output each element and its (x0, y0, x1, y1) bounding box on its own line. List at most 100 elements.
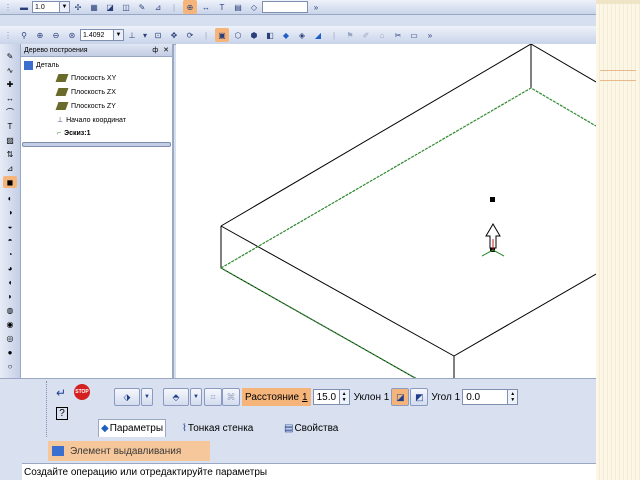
tree-item-plane-zy[interactable]: Плоскость ZY (55, 102, 116, 110)
help-icon[interactable]: ? (56, 407, 68, 420)
line-scale-dropdown-icon[interactable]: ▼ (60, 1, 70, 13)
slide-decoration-line (600, 80, 636, 81)
halftone-icon[interactable]: ◧ (263, 28, 277, 42)
tree-item-sketch[interactable]: ⌐ Эскиз:1 (57, 130, 90, 137)
hidden-thin-icon[interactable]: ⬢ (247, 28, 261, 42)
rotate-tool-icon[interactable]: ◑ (3, 206, 17, 218)
slide-decoration-line (600, 70, 636, 71)
orientation-icon[interactable]: ⊥ (125, 28, 139, 42)
fragment-icon[interactable]: ◪ (103, 0, 117, 14)
filter-icon[interactable]: ⚑ (343, 28, 357, 42)
pin-icon[interactable]: ф (152, 47, 158, 54)
arc-icon[interactable]: ⌒ (3, 106, 17, 118)
dimension-icon[interactable]: ↔ (199, 0, 213, 14)
tree-item-part[interactable]: Деталь (24, 61, 59, 70)
editing-ops-icon[interactable]: ◼ (3, 176, 17, 188)
chamfer-icon[interactable]: ◗ (3, 290, 17, 302)
parameters-icon: ◆ (101, 423, 109, 434)
extrude-tool-icon[interactable]: ◐ (3, 192, 17, 204)
geometry-icon[interactable]: ✎ (3, 50, 17, 62)
hole-icon[interactable]: ◍ (3, 304, 17, 316)
shaded-edges-icon[interactable]: ◈ (295, 28, 309, 42)
selection-point-top[interactable] (490, 197, 495, 202)
cut-rotate-icon[interactable]: ◕ (3, 262, 17, 274)
measure-icon[interactable]: ⊿ (151, 0, 165, 14)
orientation-dropdown-icon[interactable]: ▾ (141, 28, 149, 42)
sketch-mode-icon[interactable]: ✐ (359, 28, 373, 42)
align-icon[interactable]: ⇅ (3, 148, 17, 160)
tree-item-plane-xy[interactable]: Плоскость XY (55, 74, 116, 82)
perspective-icon[interactable]: ◢ (311, 28, 325, 42)
toolbar-overflow-icon[interactable]: » (309, 0, 323, 14)
zoom-scale-icon[interactable]: ⊛ (65, 28, 79, 42)
tree-panel-header: Дерево построения ф ✕ (21, 44, 172, 57)
slope-direction-button[interactable]: ◩ (410, 388, 429, 406)
direction-dropdown-icon[interactable]: ▼ (141, 388, 153, 406)
distance-spinner[interactable]: ▲ ▼ (339, 389, 350, 405)
angle-spinner[interactable]: ▲ ▼ (508, 389, 519, 405)
edit-icon[interactable]: ✎ (135, 0, 149, 14)
close-icon[interactable]: ✕ (163, 46, 169, 54)
vertex-button[interactable]: ⌗ (204, 388, 222, 406)
zoom-combo[interactable]: 1.4092 (80, 29, 114, 41)
model-viewport[interactable] (176, 43, 596, 401)
tree-scroll-track[interactable] (22, 142, 171, 147)
tree-item-plane-zx[interactable]: Плоскость ZX (55, 88, 116, 96)
zoom-dropdown-icon[interactable]: ▼ (114, 29, 124, 41)
point-icon[interactable]: ✚ (3, 78, 17, 90)
array-icon[interactable]: ● (3, 346, 17, 358)
panel-caption-tab[interactable]: Элемент выдавливания (48, 441, 210, 461)
tab-properties[interactable]: ▤ Свойства (282, 419, 340, 437)
shaded-icon[interactable]: ◆ (279, 28, 293, 42)
symbol-icon[interactable]: ◇ (247, 0, 261, 14)
show-all-icon[interactable]: ⊡ (151, 28, 165, 42)
display-icon[interactable]: ▭ (407, 28, 421, 42)
slope-toggle-button[interactable]: ◪ (391, 388, 410, 406)
grid-icon[interactable]: ▦ (87, 0, 101, 14)
dimensions-icon[interactable]: ↔ (3, 92, 17, 104)
stop-button[interactable]: STOP (74, 384, 90, 400)
pan-icon[interactable]: ✥ (167, 28, 181, 42)
cut-extrude-icon[interactable]: ◔ (3, 248, 17, 260)
sketch-contour-front (220, 267, 455, 401)
operation-icon[interactable]: ⌂ (375, 28, 389, 42)
cut-icon[interactable]: ✂ (391, 28, 405, 42)
tab-thin-wall[interactable]: ⌇ Тонкая стенка (180, 419, 255, 437)
axis-triad-icon (481, 239, 505, 257)
zoom-out-icon[interactable]: ⊖ (49, 28, 63, 42)
create-object-icon[interactable]: ↵ (56, 386, 66, 400)
shell-icon[interactable]: ◎ (3, 332, 17, 344)
angle-input[interactable]: 0.0 (462, 389, 509, 405)
tab-parameters[interactable]: ◆ Параметры (98, 419, 167, 437)
distance-input[interactable]: 15.0 (312, 389, 340, 405)
kinematic-tool-icon[interactable]: ◒ (3, 220, 17, 232)
zoom-window-icon[interactable]: ⚲ (17, 28, 31, 42)
method-dropdown-icon[interactable]: ▼ (190, 388, 202, 406)
rotate-icon[interactable]: ⟳ (183, 28, 197, 42)
fillet-icon[interactable]: ◖ (3, 276, 17, 288)
wireframe-icon[interactable]: ▣ (215, 28, 229, 42)
style-combo[interactable] (262, 1, 308, 13)
hatch-icon[interactable]: ▨ (3, 134, 17, 146)
zoom-in-icon[interactable]: ⊕ (33, 28, 47, 42)
tree-item-origin[interactable]: ⊥ Начало координат (57, 116, 126, 125)
loft-tool-icon[interactable]: ◓ (3, 234, 17, 246)
method-button[interactable]: ⬘ (163, 388, 189, 406)
text-icon[interactable]: T (215, 0, 229, 14)
mirror-icon[interactable]: ○ (3, 360, 17, 372)
local-cs-icon[interactable]: ⊕ (183, 0, 197, 14)
line-scale-combo[interactable]: 1.0 (32, 1, 60, 13)
measure-tool-icon[interactable]: ⊿ (3, 162, 17, 174)
plane-icon (55, 102, 69, 110)
surface-button[interactable]: ⌘ (222, 388, 240, 406)
toolbar-overflow-icon[interactable]: » (423, 28, 437, 42)
text-tool-icon[interactable]: T (3, 120, 17, 132)
hidden-lines-icon[interactable]: ⬡ (231, 28, 245, 42)
snap-icon[interactable]: ✣ (71, 0, 85, 14)
spline-icon[interactable]: ∿ (3, 64, 17, 76)
line-style-icon[interactable]: ▬ (17, 0, 31, 14)
direction-button[interactable]: ⬗ (114, 388, 140, 406)
rib-icon[interactable]: ◉ (3, 318, 17, 330)
layer-icon[interactable]: ◫ (119, 0, 133, 14)
table-icon[interactable]: ▤ (231, 0, 245, 14)
